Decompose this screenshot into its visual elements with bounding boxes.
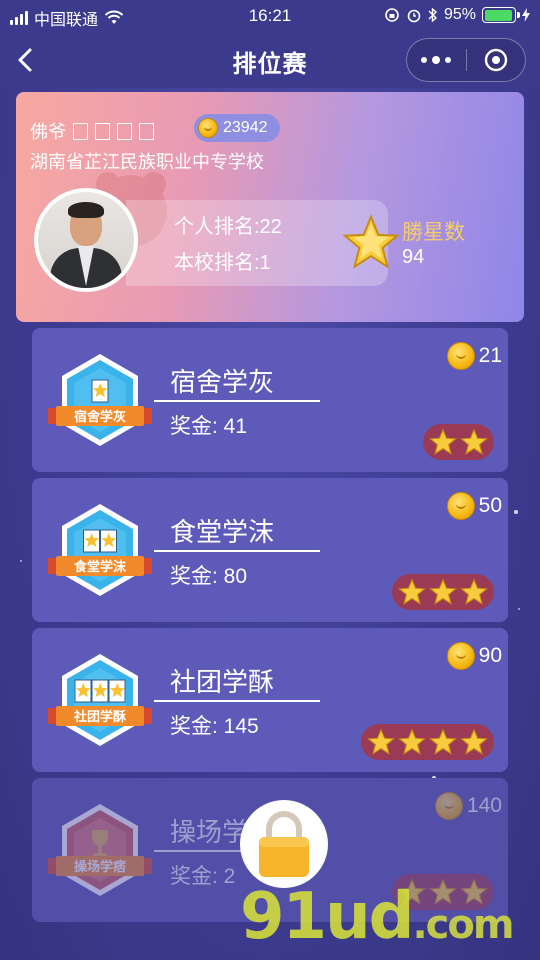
level-badge-icon: 宿舍学灰 — [48, 354, 152, 446]
required-stars — [423, 424, 494, 460]
level-card[interactable]: 食堂学沫 食堂学沫 奖金: 80 50 — [32, 478, 508, 622]
status-bar: 中国联通 16:21 95% — [0, 0, 540, 32]
site-watermark: 91ud.com — [240, 880, 515, 954]
bluetooth-icon — [428, 7, 437, 23]
badge-label: 宿舍学灰 — [74, 409, 126, 425]
level-reward: 奖金: 2 — [170, 865, 236, 888]
badge-label: 食堂学沫 — [74, 559, 127, 575]
school-rank: 本校排名:1 — [174, 252, 271, 274]
watermark-suffix: .com — [412, 902, 514, 948]
school-name: 湖南省芷江民族职业中专学校 — [30, 152, 264, 172]
alarm-icon — [407, 9, 421, 23]
coin-icon — [434, 792, 463, 820]
sparkle — [20, 560, 22, 562]
app-root: 中国联通 16:21 95% 排位赛 佛爷 23942 湖南省芷江民族职业中专学… — [0, 0, 540, 960]
more-button[interactable] — [407, 38, 466, 82]
level-badge-icon: 社团学酥 — [48, 654, 152, 746]
entry-cost-value: 50 — [478, 494, 502, 517]
title-underline — [154, 550, 320, 552]
level-title: 社团学酥 — [170, 667, 275, 697]
star-icon — [398, 578, 426, 605]
avatar-photo — [38, 192, 134, 288]
star-icon — [429, 578, 457, 605]
star-icon — [460, 428, 488, 455]
level-card[interactable]: 社团学酥 社团学酥 奖金: 145 90 — [32, 628, 508, 772]
required-stars — [392, 574, 494, 610]
entry-cost: 140 — [434, 792, 502, 820]
entry-cost-value: 140 — [466, 794, 502, 817]
battery-label: 95% — [443, 6, 476, 23]
rotation-lock-icon — [385, 8, 399, 22]
missing-glyph-icon — [73, 122, 88, 140]
star-icon — [460, 578, 488, 605]
charging-icon — [522, 8, 530, 22]
badge-label: 社团学酥 — [73, 709, 126, 725]
entry-cost: 21 — [446, 342, 502, 370]
entry-cost: 50 — [446, 492, 502, 520]
nav-bar: 排位赛 — [0, 32, 540, 88]
user-name: 佛爷 — [30, 118, 154, 144]
win-stars-label: 勝星数 — [402, 221, 465, 244]
lock-icon — [259, 811, 309, 877]
star-icon — [429, 428, 457, 455]
close-miniprogram-button[interactable] — [466, 38, 525, 82]
level-badge-icon: 食堂学沫 — [48, 504, 152, 596]
coin-balance-value: 23942 — [223, 119, 268, 136]
coin-icon — [446, 342, 475, 370]
level-title: 宿舍学灰 — [170, 367, 275, 397]
entry-cost-value: 21 — [478, 344, 502, 367]
star-icon — [398, 728, 426, 755]
battery-fill — [484, 9, 513, 21]
sparkle — [514, 510, 518, 514]
miniprogram-capsule — [406, 38, 526, 82]
star-icon — [367, 728, 395, 755]
missing-glyph-icon — [139, 122, 154, 140]
missing-glyph-icon — [117, 122, 132, 140]
level-title: 操场学 — [170, 817, 249, 847]
coin-icon — [446, 492, 475, 520]
watermark-main: 91ud — [240, 880, 414, 954]
sparkle — [518, 608, 520, 610]
level-reward: 奖金: 80 — [170, 565, 248, 588]
more-dot-icon — [432, 56, 441, 64]
level-reward: 奖金: 145 — [170, 715, 259, 738]
star-icon — [429, 728, 457, 755]
star-icon — [342, 214, 400, 269]
star-icon — [460, 728, 488, 755]
level-title: 食堂学沫 — [170, 517, 275, 547]
title-underline — [154, 700, 320, 702]
coin-icon — [446, 642, 475, 670]
status-right: 95% — [384, 6, 530, 24]
personal-rank: 个人排名:22 — [174, 216, 282, 238]
target-close-icon — [484, 48, 507, 72]
profile-card: 佛爷 23942 湖南省芷江民族职业中专学校 个人排名:22 本校排名:1 勝星… — [16, 92, 524, 322]
more-dot-icon — [445, 57, 452, 63]
user-name-text: 佛爷 — [30, 122, 66, 142]
coin-balance: 23942 — [194, 114, 280, 142]
entry-cost: 90 — [446, 642, 502, 670]
entry-cost-value: 90 — [478, 644, 502, 667]
badge-label: 操场学痞 — [74, 859, 126, 875]
level-card[interactable]: 宿舍学灰 宿舍学灰 奖金: 41 21 — [32, 328, 508, 472]
level-badge-icon: 操场学痞 — [48, 804, 152, 896]
title-underline — [154, 400, 320, 402]
missing-glyph-icon — [95, 122, 110, 140]
level-reward: 奖金: 41 — [170, 415, 248, 438]
win-stars-value: 94 — [402, 246, 425, 268]
more-dot-icon — [421, 57, 428, 63]
required-stars — [361, 724, 494, 760]
coin-icon — [198, 118, 218, 138]
battery-icon — [482, 7, 520, 23]
lock-button[interactable] — [240, 800, 328, 888]
avatar[interactable] — [34, 188, 138, 292]
